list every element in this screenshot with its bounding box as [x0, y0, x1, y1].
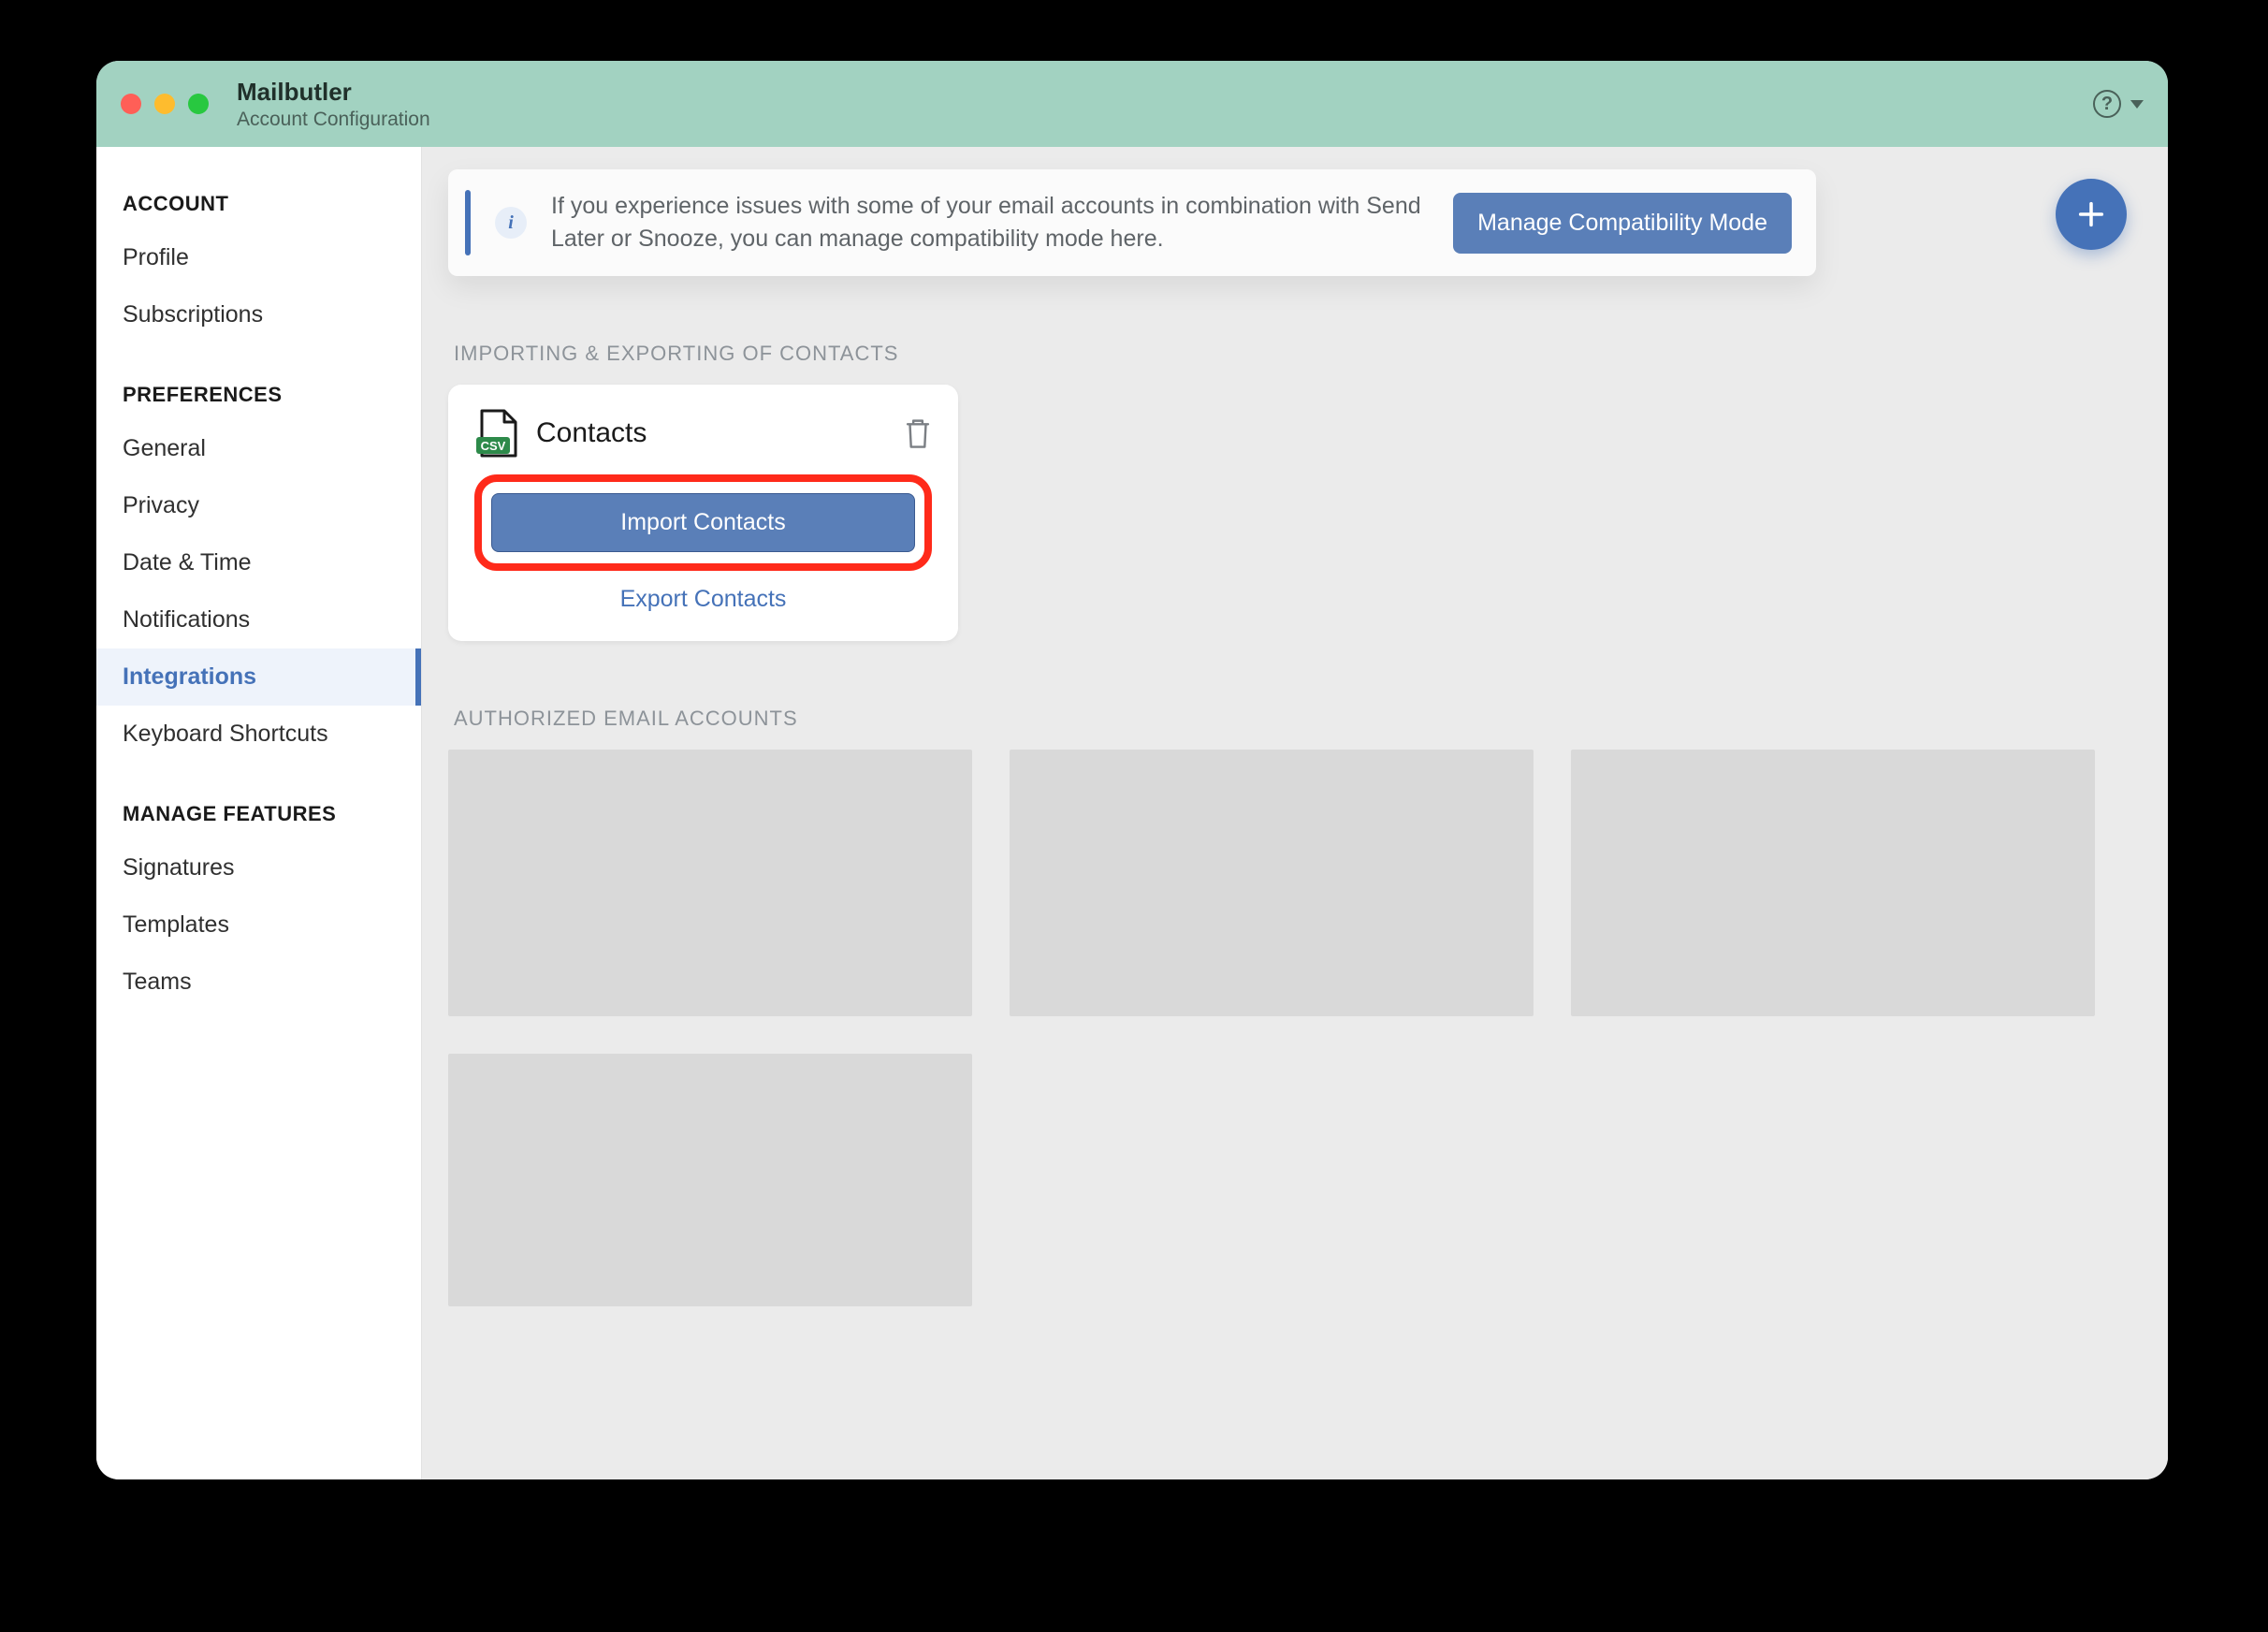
sidebar-item-templates[interactable]: Templates [96, 896, 421, 954]
sidebar-item-date-time[interactable]: Date & Time [96, 534, 421, 591]
maximize-window-button[interactable] [188, 94, 209, 114]
account-card[interactable] [1571, 750, 2095, 1016]
section-label-authorized-accounts: AUTHORIZED EMAIL ACCOUNTS [454, 707, 2142, 731]
chevron-down-icon[interactable] [2130, 100, 2144, 109]
trash-icon[interactable] [904, 417, 932, 449]
sidebar-heading-account: ACCOUNT [96, 181, 421, 229]
sidebar-heading-manage-features: MANAGE FEATURES [96, 791, 421, 839]
contacts-card-title: Contacts [536, 417, 887, 449]
titlebar: Mailbutler Account Configuration ? [96, 61, 2168, 147]
sidebar-heading-preferences: PREFERENCES [96, 372, 421, 420]
compatibility-banner: i If you experience issues with some of … [448, 169, 1816, 276]
sidebar-item-general[interactable]: General [96, 420, 421, 477]
app-title: Mailbutler [237, 78, 430, 107]
sidebar-item-teams[interactable]: Teams [96, 954, 421, 1011]
help-icon[interactable]: ? [2093, 90, 2121, 118]
sidebar-item-integrations[interactable]: Integrations [96, 648, 421, 706]
export-contacts-link[interactable]: Export Contacts [474, 586, 932, 613]
account-card[interactable] [1010, 750, 1534, 1016]
manage-compatibility-button[interactable]: Manage Compatibility Mode [1453, 193, 1792, 254]
sidebar-item-keyboard-shortcuts[interactable]: Keyboard Shortcuts [96, 706, 421, 763]
plus-icon [2075, 198, 2107, 230]
info-icon: i [495, 207, 527, 239]
authorized-accounts-grid [448, 750, 2142, 1306]
app-window: Mailbutler Account Configuration ? ACCOU… [96, 61, 2168, 1479]
app-subtitle: Account Configuration [237, 109, 430, 131]
sidebar: ACCOUNT Profile Subscriptions PREFERENCE… [96, 147, 422, 1479]
header-right: ? [2093, 90, 2144, 118]
account-card[interactable] [448, 750, 972, 1016]
import-highlight: Import Contacts [474, 474, 932, 571]
sidebar-item-subscriptions[interactable]: Subscriptions [96, 286, 421, 343]
main-content: i If you experience issues with some of … [422, 147, 2168, 1479]
banner-text: If you experience issues with some of yo… [551, 190, 1429, 255]
sidebar-item-notifications[interactable]: Notifications [96, 591, 421, 648]
close-window-button[interactable] [121, 94, 141, 114]
window-controls [121, 94, 209, 114]
body: ACCOUNT Profile Subscriptions PREFERENCE… [96, 147, 2168, 1479]
csv-file-icon: CSV [474, 409, 519, 458]
import-contacts-button[interactable]: Import Contacts [491, 493, 915, 552]
sidebar-item-signatures[interactable]: Signatures [96, 839, 421, 896]
svg-text:CSV: CSV [481, 439, 506, 453]
title-stack: Mailbutler Account Configuration [237, 78, 430, 131]
section-label-import-export: IMPORTING & EXPORTING OF CONTACTS [454, 342, 2142, 366]
minimize-window-button[interactable] [154, 94, 175, 114]
banner-accent [465, 190, 471, 255]
contacts-card: CSV Contacts Import Contacts Export Cont… [448, 385, 958, 641]
add-button[interactable] [2056, 179, 2127, 250]
account-card[interactable] [448, 1054, 972, 1306]
sidebar-item-profile[interactable]: Profile [96, 229, 421, 286]
contacts-card-header: CSV Contacts [474, 409, 932, 458]
sidebar-item-privacy[interactable]: Privacy [96, 477, 421, 534]
